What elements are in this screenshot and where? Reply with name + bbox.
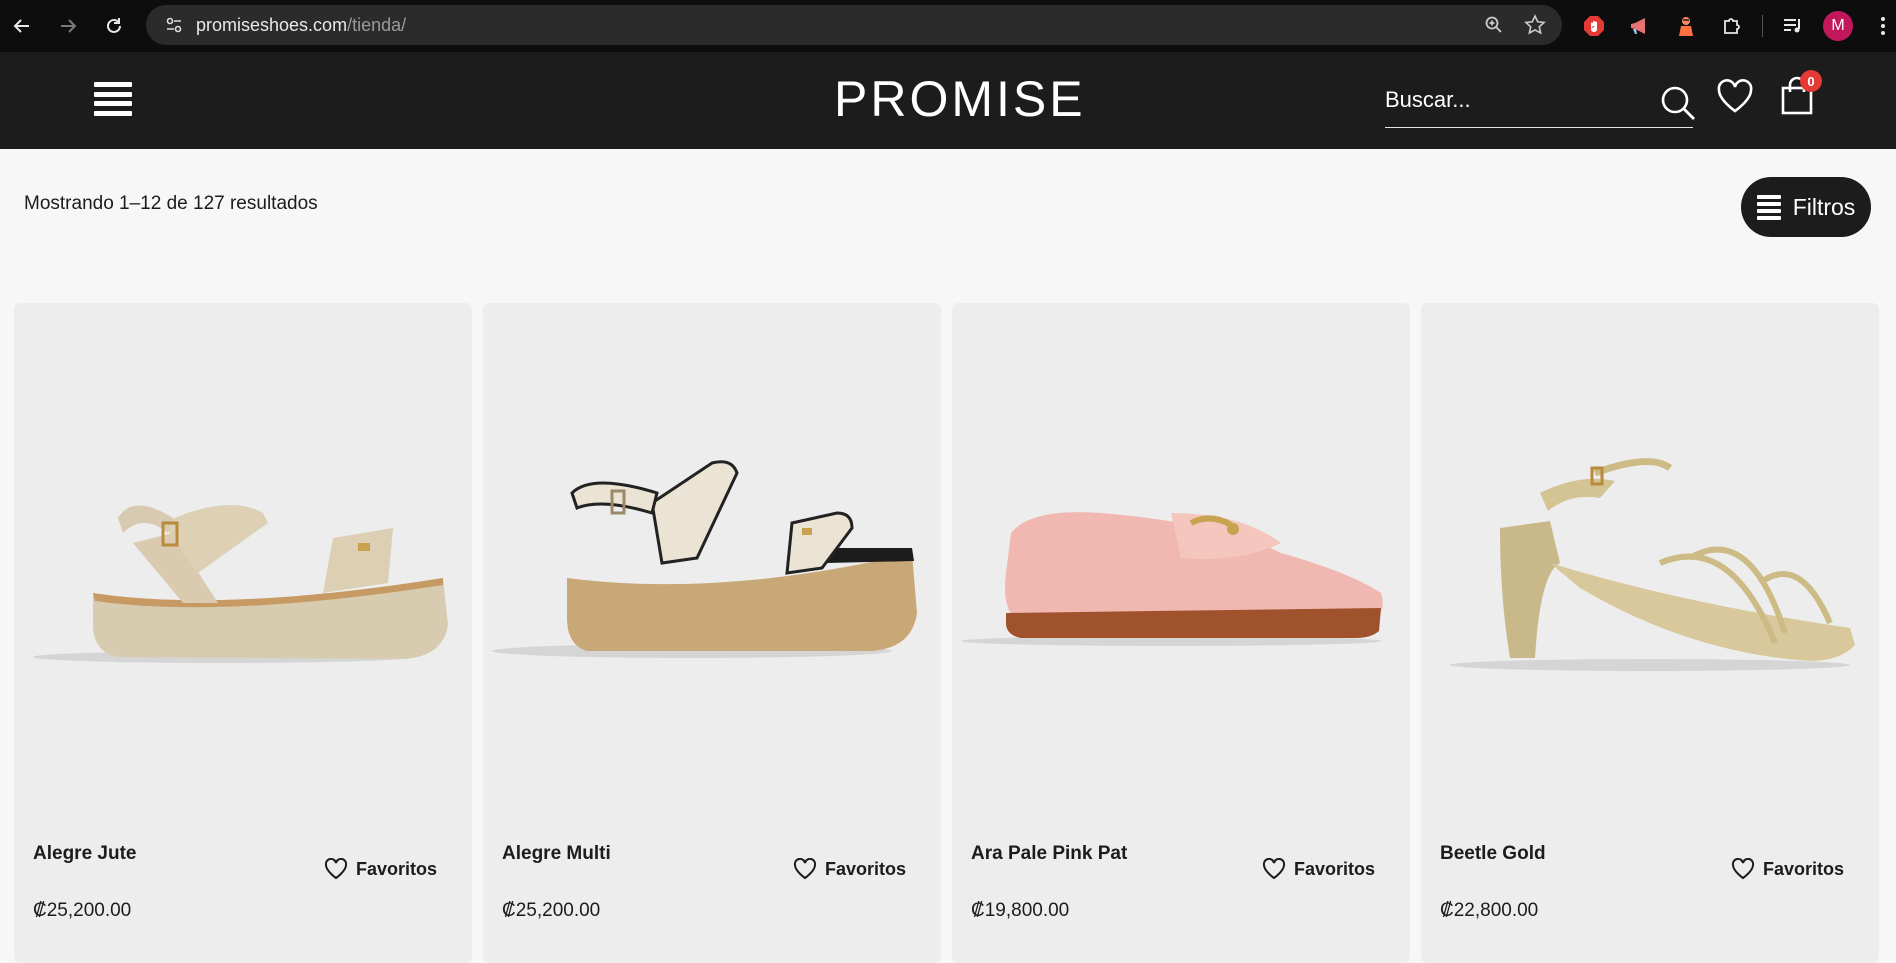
reload-icon — [107, 18, 121, 33]
favorite-label: Favoritos — [1763, 858, 1845, 879]
favorite-button[interactable]: Favoritos — [793, 858, 906, 880]
product-price: ₡25,200.00 — [502, 900, 601, 921]
extensions-tray: M — [1578, 0, 1896, 52]
product-name[interactable]: Alegre Jute — [33, 843, 136, 865]
reload-button[interactable] — [92, 4, 136, 48]
filters-button[interactable]: Filtros — [1741, 177, 1871, 237]
media-queue-icon[interactable] — [1777, 10, 1809, 42]
favorite-label: Favoritos — [1294, 858, 1376, 879]
zoom-icon[interactable] — [1484, 15, 1504, 35]
favorite-button[interactable]: Favoritos — [324, 858, 437, 880]
product-price: ₡25,200.00 — [33, 900, 132, 921]
character-extension-icon[interactable] — [1670, 10, 1702, 42]
browser-menu-icon[interactable] — [1867, 10, 1896, 42]
adblock-extension-icon[interactable] — [1578, 10, 1610, 42]
favorite-button[interactable]: Favoritos — [1262, 858, 1375, 880]
heart-icon — [1731, 858, 1755, 880]
site-info-icon[interactable] — [154, 15, 194, 35]
url-text: promiseshoes.com/tienda/ — [196, 15, 406, 36]
platform-sandal-image — [33, 505, 448, 663]
product-grid: Alegre Jute Favoritos ₡25,200.00 Alegre … — [14, 303, 1882, 963]
product-price: ₡22,800.00 — [1440, 900, 1539, 921]
bookmark-star-icon[interactable] — [1524, 14, 1546, 36]
heart-icon — [793, 858, 817, 880]
platform-sandal-image — [492, 460, 917, 658]
filters-label: Filtros — [1792, 193, 1856, 220]
product-image[interactable] — [1421, 303, 1879, 823]
product-card[interactable]: Alegre Jute Favoritos ₡25,200.00 — [14, 303, 472, 963]
search-input[interactable] — [1385, 82, 1635, 118]
pink-loafer-image — [961, 512, 1383, 646]
search-bar — [1385, 76, 1695, 128]
product-name[interactable]: Beetle Gold — [1440, 843, 1546, 865]
product-card[interactable]: Alegre Multi Favoritos ₡25,200.00 — [483, 303, 941, 963]
arrow-left-icon — [13, 19, 29, 33]
menu-hamburger-icon[interactable] — [94, 82, 132, 120]
back-button[interactable] — [0, 4, 44, 48]
favorite-label: Favoritos — [825, 858, 907, 879]
puzzle-extensions-icon[interactable] — [1716, 10, 1748, 42]
product-image[interactable] — [14, 303, 472, 823]
favorite-button[interactable]: Favoritos — [1731, 858, 1844, 880]
product-card[interactable]: Ara Pale Pink Pat Favoritos ₡19,800.00 — [952, 303, 1410, 963]
wishlist-heart-icon[interactable] — [1716, 78, 1754, 114]
product-price: ₡19,800.00 — [971, 900, 1070, 921]
favorite-label: Favoritos — [356, 858, 438, 879]
browser-toolbar: promiseshoes.com/tienda/ M — [0, 0, 1896, 52]
product-image[interactable] — [952, 303, 1410, 823]
product-name[interactable]: Ara Pale Pink Pat — [971, 843, 1127, 865]
results-count: Mostrando 1–12 de 127 resultados — [24, 193, 318, 214]
url-host: promiseshoes.com — [196, 14, 348, 35]
megaphone-extension-icon[interactable] — [1624, 10, 1656, 42]
site-header: PROMISE 0 — [0, 52, 1896, 149]
forward-button[interactable] — [46, 4, 90, 48]
toolbar-divider — [1762, 15, 1763, 37]
gold-heeled-sandal-image — [1450, 458, 1855, 671]
brand-logo[interactable]: PROMISE — [834, 74, 1086, 124]
search-icon[interactable] — [1659, 84, 1697, 122]
cart-count-badge: 0 — [1800, 70, 1822, 92]
product-card[interactable]: Beetle Gold Favoritos ₡22,800.00 — [1421, 303, 1879, 963]
heart-icon — [324, 858, 348, 880]
heart-icon — [1262, 858, 1286, 880]
url-path: /tienda/ — [347, 14, 407, 35]
arrow-right-icon — [61, 19, 77, 33]
product-name[interactable]: Alegre Multi — [502, 843, 611, 865]
address-bar[interactable]: promiseshoes.com/tienda/ — [146, 5, 1562, 45]
filter-list-icon — [1756, 192, 1781, 223]
product-image[interactable] — [483, 303, 941, 823]
profile-avatar[interactable]: M — [1823, 11, 1853, 41]
